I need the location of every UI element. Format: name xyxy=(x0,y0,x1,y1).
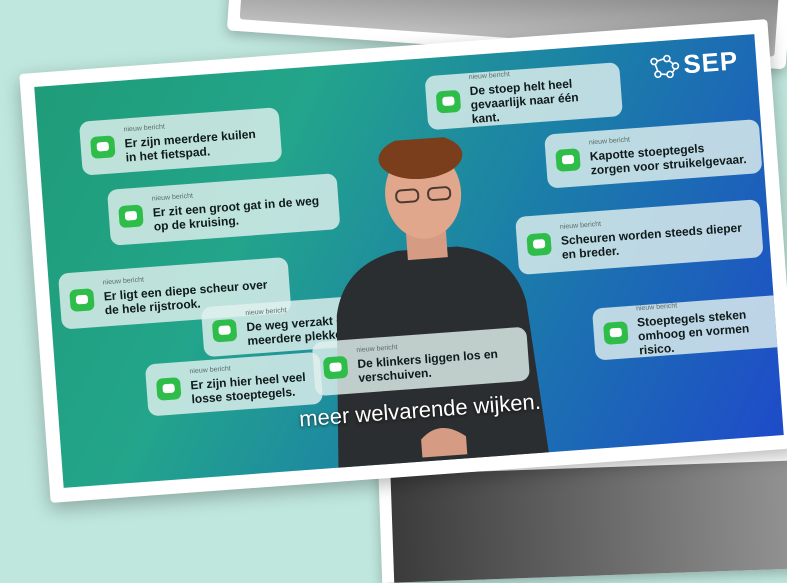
chat-icon xyxy=(69,288,95,312)
chat-icon xyxy=(526,232,552,257)
message-card: nieuw bericht Kapotte stoeptegels zorgen… xyxy=(544,119,763,189)
chat-icon xyxy=(603,321,629,345)
chat-icon xyxy=(118,204,144,229)
message-card: nieuw bericht Stoeptegels steken omhoog … xyxy=(591,294,784,361)
chat-icon xyxy=(435,89,462,114)
card-message: Stoeptegels steken omhoog en vormen risi… xyxy=(636,307,750,358)
message-card: nieuw bericht Er zijn meerdere kuilen in… xyxy=(78,107,283,176)
network-icon xyxy=(650,54,680,78)
chat-icon xyxy=(155,377,182,401)
chat-icon xyxy=(211,318,238,343)
chat-icon xyxy=(555,148,581,172)
message-card: nieuw bericht Scheuren worden steeds die… xyxy=(515,199,764,275)
sep-logo: SEP xyxy=(648,45,739,82)
chat-icon xyxy=(90,135,116,159)
video-screen[interactable]: SEP nieuw bericht Er zijn meerdere kuile… xyxy=(34,34,784,488)
card-message: Er zijn hier heel veel losse stoeptegels… xyxy=(190,369,307,407)
logo-text: SEP xyxy=(682,45,740,80)
card-message: De stoep helt heel gevaarlijk naar één k… xyxy=(469,76,580,127)
message-card: nieuw bericht De stoep helt heel gevaarl… xyxy=(424,62,623,131)
chat-icon xyxy=(322,355,349,380)
video-frame: SEP nieuw bericht Er zijn meerdere kuile… xyxy=(19,19,787,503)
